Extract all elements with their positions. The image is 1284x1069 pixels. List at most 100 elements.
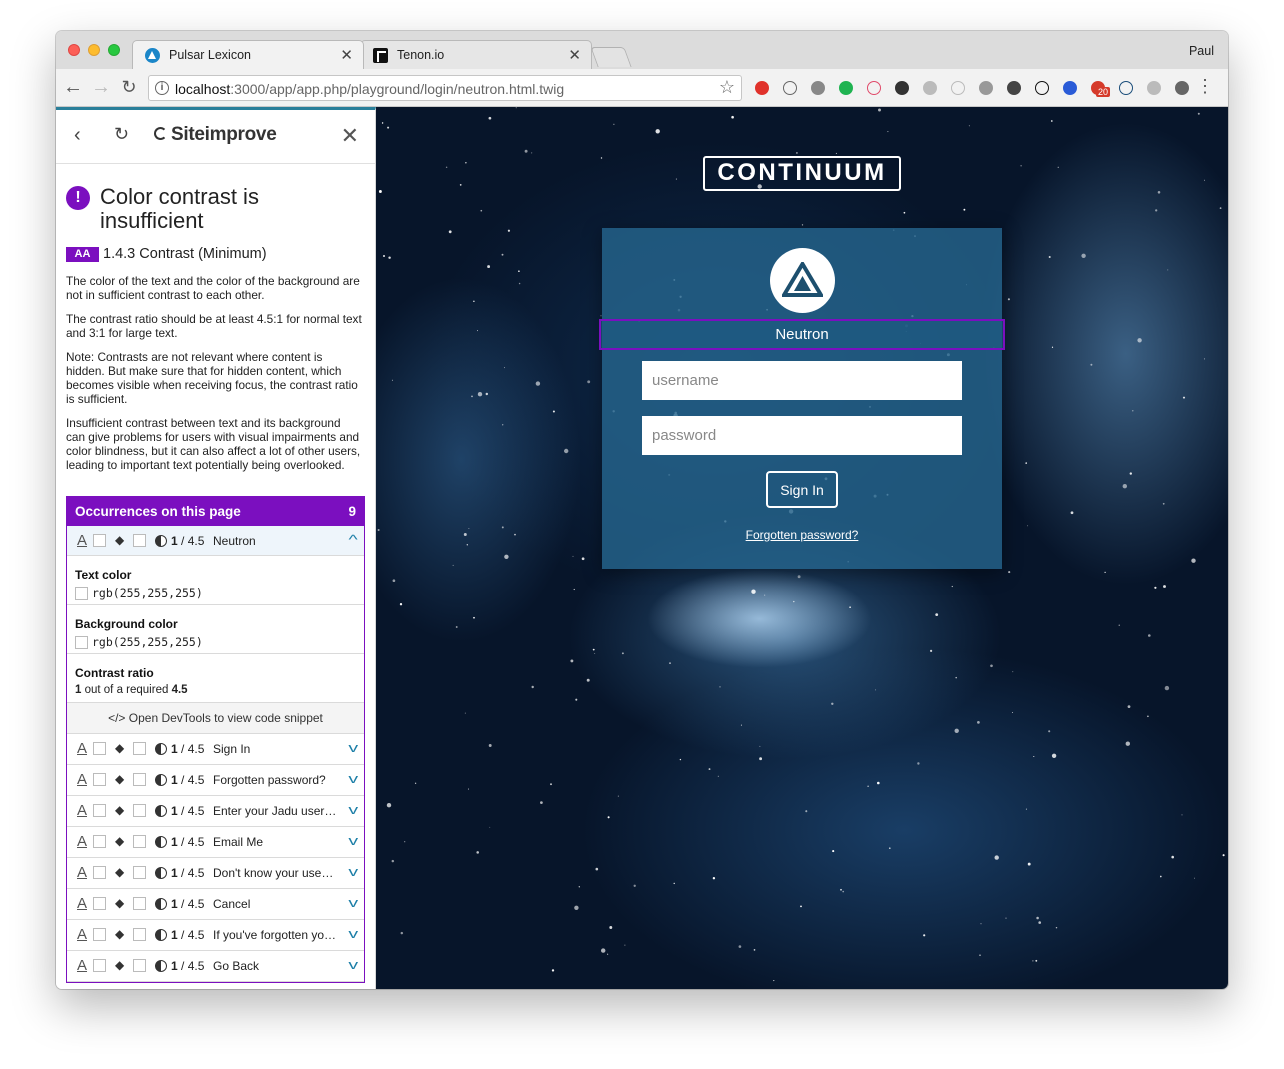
close-icon[interactable]: ✕ [341, 123, 359, 149]
chevron-down-icon[interactable]: v [348, 740, 358, 755]
issue-description: The contrast ratio should be at least 4.… [66, 312, 362, 340]
forward-arrow-icon[interactable]: → [90, 76, 112, 98]
tab-title: Tenon.io [397, 48, 445, 62]
occurrence-text: If you've forgotten your password [213, 928, 337, 942]
tab-close-icon[interactable]: ✕ [568, 46, 581, 64]
text-color-swatch [93, 773, 106, 786]
ratio-value: 1 [171, 959, 178, 973]
chevron-down-icon[interactable]: v [348, 895, 358, 910]
contrast-icon [155, 535, 167, 547]
w-icon[interactable] [1004, 78, 1024, 98]
sign-in-button[interactable]: Sign In [766, 471, 838, 508]
ratio-value: 1 [171, 897, 178, 911]
maximize-window-button[interactable] [108, 44, 120, 56]
neutron-logo-icon [770, 248, 835, 313]
fill-bucket-icon: ◆ [115, 865, 125, 879]
occurrence-row[interactable]: A ◆ 1 / 4.5 Email Me v [67, 827, 364, 858]
url-text[interactable]: localhost:3000/app/app.php/playground/lo… [175, 81, 564, 97]
occurrence-row[interactable]: A ◆ 1 / 4.5 Enter your Jadu username v [67, 796, 364, 827]
gear-ext-icon-glyph [1147, 81, 1161, 95]
bookmark-star-icon[interactable]: ☆ [719, 77, 735, 98]
reload-icon[interactable]: ↻ [118, 76, 140, 98]
camera-icon[interactable] [920, 78, 940, 98]
issue-description: The color of the text and the color of t… [66, 274, 360, 302]
back-arrow-icon[interactable]: ← [62, 76, 84, 98]
fill-bucket-icon: ◆ [115, 533, 125, 547]
kebab-menu-icon[interactable]: ⋮ [1196, 76, 1214, 97]
chevron-down-icon[interactable]: v [348, 802, 358, 817]
contrast-ratio: 1 / 4.5 [171, 804, 204, 818]
occurrences-panel: Occurrences on this page 9 A ◆ 1 / 4.5 Neut… [66, 496, 365, 983]
draw-icon[interactable] [808, 78, 828, 98]
issue-description: Note: Contrasts are not relevant where c… [66, 350, 358, 406]
text-color-swatch [93, 959, 106, 972]
ratio-required: / 4.5 [181, 804, 205, 818]
text-color-icon: A [77, 740, 88, 757]
drive-icon[interactable] [948, 78, 968, 98]
check-ext-icon[interactable] [1172, 78, 1192, 98]
chevron-up-icon[interactable]: ^ [348, 532, 357, 547]
contrast-ratio: 1 / 4.5 [171, 534, 204, 548]
refresh-icon[interactable]: ↻ [114, 124, 129, 145]
fill-bucket-icon: ◆ [115, 896, 125, 910]
speech-icon[interactable] [836, 78, 856, 98]
username-input[interactable] [642, 361, 962, 400]
text-color-icon: A [77, 771, 88, 788]
ratio-value: 1 [171, 742, 178, 756]
ratio-required: / 4.5 [181, 959, 205, 973]
profile-name[interactable]: Paul [1189, 44, 1214, 58]
color-swatch [75, 635, 88, 649]
occurrence-row[interactable]: A ◆ 1 / 4.5 If you've forgotten your passwo… [67, 920, 364, 951]
tab-pulsar-lexicon[interactable]: Pulsar Lexicon ✕ [132, 40, 364, 69]
tab-tenon[interactable]: Tenon.io ✕ [360, 40, 592, 69]
chevron-down-icon[interactable]: v [348, 957, 358, 972]
app-name-highlighted: Neutron [599, 319, 1005, 350]
forgotten-password-link[interactable]: Forgotten password? [602, 528, 1002, 542]
background-color-swatch [133, 835, 146, 848]
occurrence-row[interactable]: A ◆ 1 / 4.5 Don't know your username? v [67, 858, 364, 889]
css-icon[interactable] [1060, 78, 1080, 98]
occurrence-row[interactable]: A ◆ 1 / 4.5 Cancel v [67, 889, 364, 920]
detail-value: rgb(255,255,255) [75, 586, 356, 600]
occurrence-row[interactable]: A ◆ 1 / 4.5 Go Back v [67, 951, 364, 982]
occurrence-text: Neutron [213, 534, 256, 548]
record-icon[interactable] [864, 78, 884, 98]
opera-icon-glyph [755, 81, 769, 95]
open-devtools-link[interactable]: </> Open DevTools to view code snippet [67, 703, 364, 734]
occurrence-row[interactable]: A ◆ 1 / 4.5 Neutron ^ [67, 526, 364, 556]
chevron-down-icon[interactable]: v [348, 771, 358, 786]
chevron-down-icon[interactable]: v [348, 833, 358, 848]
background-color-swatch [133, 866, 146, 879]
ratio-value: 1 [171, 804, 178, 818]
occurrences-count: 9 [348, 504, 356, 519]
tenon-icon[interactable] [1032, 78, 1052, 98]
minimize-window-button[interactable] [88, 44, 100, 56]
text-color-swatch [93, 804, 106, 817]
chevron-down-icon[interactable]: v [348, 864, 358, 879]
chevron-down-icon[interactable]: v [348, 926, 358, 941]
screen-icon[interactable] [976, 78, 996, 98]
address-bar[interactable]: i localhost:3000/app/app.php/playground/… [148, 75, 742, 101]
ratio-value: 1 [75, 684, 82, 696]
text-color-icon: A [77, 926, 88, 943]
fill-bucket-icon: ◆ [115, 958, 125, 972]
text-color-icon: A [77, 957, 88, 974]
new-tab-button[interactable] [590, 47, 632, 67]
occurrence-row[interactable]: A ◆ 1 / 4.5 Sign In v [67, 734, 364, 765]
password-input[interactable] [642, 416, 962, 455]
background-color-swatch [133, 804, 146, 817]
gear-ext-icon[interactable] [1144, 78, 1164, 98]
info-ext-icon[interactable] [780, 78, 800, 98]
close-window-button[interactable] [68, 44, 80, 56]
extension-icons: 20 [752, 78, 1192, 98]
occurrence-row[interactable]: A ◆ 1 / 4.5 Forgotten password? v [67, 765, 364, 796]
chevron-left-icon[interactable]: ‹ [74, 124, 81, 147]
badge-20-icon[interactable]: 20 [1088, 78, 1111, 98]
detail-label: Background color [75, 617, 178, 631]
color-wheel-icon[interactable] [892, 78, 912, 98]
info-icon[interactable]: i [155, 81, 169, 95]
occurrence-text: Forgotten password? [213, 773, 326, 787]
triangle-icon[interactable] [1116, 78, 1136, 98]
tab-close-icon[interactable]: ✕ [340, 46, 353, 64]
opera-icon[interactable] [752, 78, 772, 98]
